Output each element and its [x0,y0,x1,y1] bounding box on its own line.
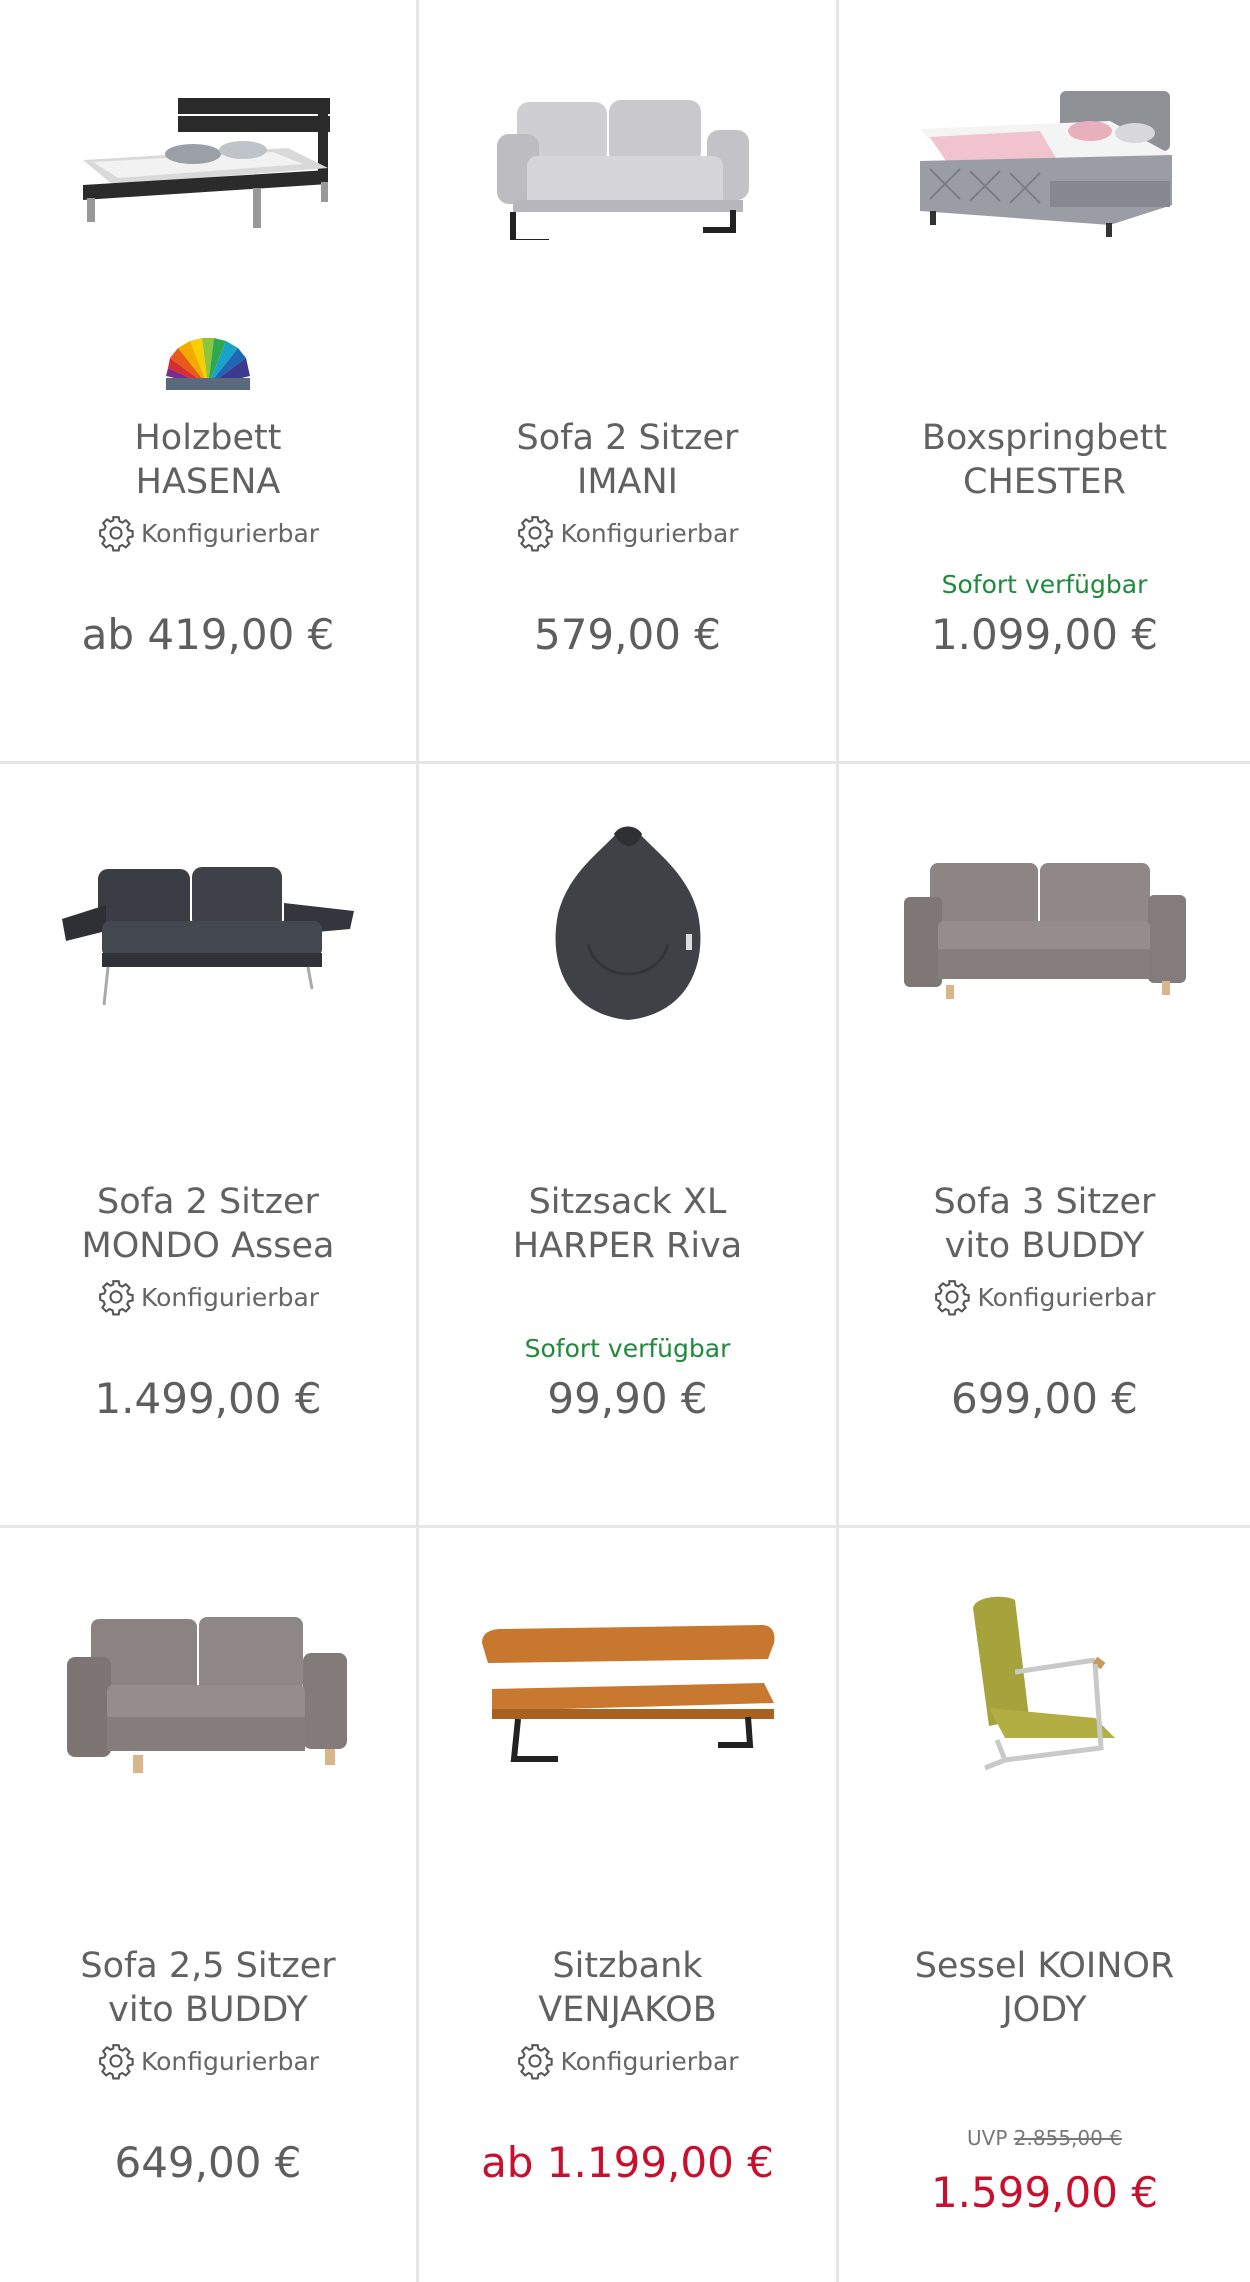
product-grid: Holzbett HASENA Konfigurierbar ab 419,00 … [0,0,1250,2282]
bed-image-icon [83,98,330,228]
configurable-label: Konfigurierbar [140,1282,320,1312]
product-price: ab 1.199,00 € [481,2138,774,2187]
product-price: 1.599,00 € [930,2168,1159,2217]
gear-icon [935,1280,971,1316]
gear-icon [518,516,554,552]
product-price: ab 419,00 € [81,610,335,659]
configurable-badge: Konfigurierbar [0,2042,416,2080]
product-image-bed[interactable] [0,0,416,330]
product-card-sofa-mondo-assea[interactable]: Sofa 2 Sitzer MONDO Assea Konfigurierbar … [0,764,419,1528]
product-card-boxspringbett-chester[interactable]: Boxspringbett CHESTER Sofort verfügbar 1.… [839,0,1250,764]
sofa-image-icon [67,1617,347,1773]
color-palette-icon [0,338,416,392]
configurable-badge: Konfigurierbar [419,2042,836,2080]
product-price: 649,00 € [114,2138,302,2187]
product-card-sofa-2-5-vito-buddy[interactable]: Sofa 2,5 Sitzer vito BUDDY Konfigurierbar… [0,1528,419,2282]
product-title[interactable]: Sofa 2 Sitzer MONDO Assea [10,1180,406,1268]
configurable-badge: Konfigurierbar [0,514,416,552]
uvp-original-price: 2.855,00 € [1013,2126,1122,2150]
configurable-label: Konfigurierbar [560,2046,739,2076]
product-title[interactable]: Sofa 2,5 Sitzer vito BUDDY [10,1944,406,2032]
product-price: 699,00 € [950,1374,1139,1423]
product-image-armchair[interactable] [839,1528,1250,1858]
uvp-price-note: UVP 2.855,00 € [839,2126,1250,2150]
product-image-sofa[interactable] [419,0,836,330]
gear-icon [99,2044,134,2080]
product-image-sofa[interactable] [0,764,416,1094]
sofa-image-icon [496,100,749,240]
product-price: 1.099,00 € [930,610,1159,659]
product-title[interactable]: Holzbett HASENA [10,416,406,504]
product-image-sofa[interactable] [0,1528,416,1858]
configurable-label: Konfigurierbar [140,2046,320,2076]
configurable-badge: Konfigurierbar [419,514,836,552]
product-title[interactable]: Sitzsack XL HARPER Riva [429,1180,826,1268]
gear-icon [99,516,134,552]
configurable-label: Konfigurierbar [140,518,320,548]
product-card-sitzbank-venjakob[interactable]: Sitzbank VENJAKOB Konfigurierbar ab 1.199… [419,1528,839,2282]
configurable-badge: Konfigurierbar [0,1278,416,1316]
configurable-label: Konfigurierbar [560,518,739,548]
product-title[interactable]: Sitzbank VENJAKOB [429,1944,826,2032]
availability-status: Sofort verfügbar [524,1334,731,1363]
product-card-sofa-3-vito-buddy[interactable]: Sofa 3 Sitzer vito BUDDY Konfigurierbar 6… [839,764,1250,1528]
sofa-image-icon [62,867,354,1006]
product-image-beanbag[interactable] [419,764,836,1094]
product-price: 579,00 € [533,610,722,659]
gear-icon [518,2044,554,2080]
boxspring-image-icon [919,91,1172,237]
product-title[interactable]: Sofa 2 Sitzer IMANI [429,416,826,504]
product-image-sofa[interactable] [839,764,1250,1094]
product-card-sofa-imani[interactable]: Sofa 2 Sitzer IMANI Konfigurierbar 579,00… [419,0,839,764]
bench-image-icon [481,1625,774,1762]
availability-status: Sofort verfügbar [941,570,1148,599]
uvp-label: UVP [967,2126,1008,2150]
product-card-sessel-koinor-jody[interactable]: Sessel KOINOR JODY UVP 2.855,00 € 1.599,0… [839,1528,1250,2282]
product-image-boxspring[interactable] [839,0,1250,330]
configurable-label: Konfigurierbar [977,1282,1156,1312]
product-price: 1.499,00 € [94,1374,322,1423]
product-title[interactable]: Sofa 3 Sitzer vito BUDDY [849,1180,1240,1268]
configurable-badge: Konfigurierbar [839,1278,1250,1316]
product-card-sitzsack-harper-riva[interactable]: Sitzsack XL HARPER Riva Sofort verfügbar … [419,764,839,1528]
product-price: 99,90 € [547,1374,708,1423]
product-title[interactable]: Sessel KOINOR JODY [849,1944,1240,2032]
product-image-bench[interactable] [419,1528,836,1858]
armchair-image-icon [972,1596,1115,1771]
sofa-image-icon [903,863,1186,999]
product-card-holzbett-hasena[interactable]: Holzbett HASENA Konfigurierbar ab 419,00 … [0,0,419,764]
beanbag-image-icon [555,826,700,1020]
product-title[interactable]: Boxspringbett CHESTER [849,416,1240,504]
gear-icon [99,1280,134,1316]
